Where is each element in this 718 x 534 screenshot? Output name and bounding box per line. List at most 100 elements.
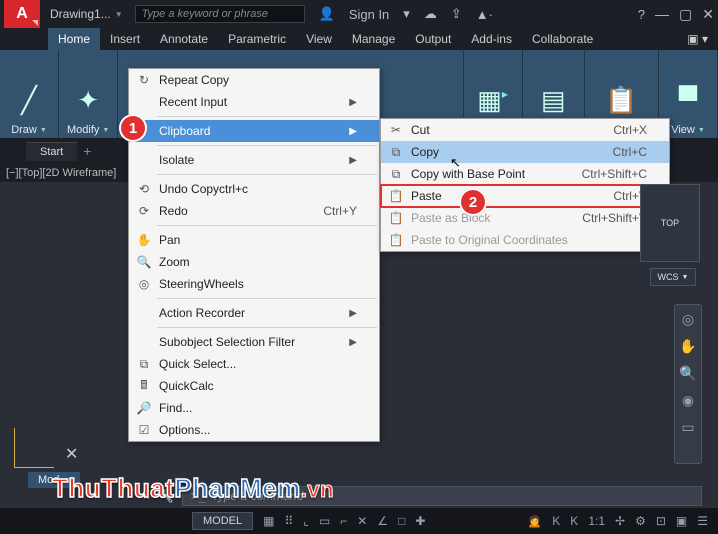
orbit-icon[interactable]: ◉ (682, 392, 694, 409)
utilities-icon: ▤ (532, 76, 574, 124)
menu-item[interactable]: Clipboard▶ (129, 120, 379, 142)
annoscale-icon[interactable]: ✢ (615, 514, 625, 528)
menu-item[interactable]: Action Recorder▶ (129, 302, 379, 324)
menu-item-shortcut: Ctrl+Y (323, 204, 357, 218)
menu-item[interactable]: ↻Repeat Copy (129, 69, 379, 91)
menu-item-label: Isolate (159, 153, 194, 167)
new-tab-button[interactable]: + (83, 143, 91, 159)
menu-item[interactable]: ✋ Pan (129, 229, 379, 251)
polar-icon[interactable]: ✕ (357, 514, 367, 528)
menu-item[interactable]: 🔍Zoom (129, 251, 379, 273)
pan-icon[interactable]: ✋ (679, 338, 696, 355)
status-k-icon[interactable]: K (552, 514, 560, 528)
navigation-bar[interactable]: ◎ ✋ 🔍 ◉ ▭ (674, 304, 702, 464)
snap-icon[interactable]: ⠿ (284, 514, 293, 528)
mouse-cursor-icon: ↖ (450, 155, 461, 171)
viewcube[interactable]: TOP (640, 184, 700, 262)
showmotion-icon[interactable]: ▭ (681, 419, 694, 436)
exchange-icon[interactable]: ☁ (424, 6, 437, 22)
tab-manage[interactable]: Manage (342, 28, 405, 50)
menu-item-label: Zoom (159, 255, 190, 269)
menu-item[interactable]: 📋PasteCtrl+V (381, 185, 669, 207)
menu-item-label: Copy (411, 145, 439, 159)
tab-home[interactable]: Home (48, 28, 100, 50)
menu-item-icon: 🔎 (135, 401, 153, 415)
maximize-button[interactable]: ▢ (679, 6, 692, 23)
menu-item-icon: ✂ (387, 123, 405, 137)
dynamic-icon[interactable]: ▭ (319, 514, 330, 528)
grid-icon[interactable]: ▦ (263, 514, 274, 528)
close-button[interactable]: ✕ (702, 6, 714, 23)
isoplane-icon[interactable]: ∠ (377, 514, 388, 528)
full-nav-icon[interactable]: ◎ (682, 311, 694, 328)
menu-item[interactable]: Isolate ▶ (129, 149, 379, 171)
ortho-icon[interactable]: ⌐ (340, 514, 347, 528)
tab-addins[interactable]: Add-ins (461, 28, 522, 50)
menu-item-label: SteeringWheels (159, 277, 244, 291)
panel-modify[interactable]: ✦ Modify▼ (59, 50, 118, 138)
annotation-callout-2: 2 (459, 188, 487, 216)
menu-item[interactable]: ⧉Copy with Base PointCtrl+Shift+C (381, 163, 669, 185)
tab-insert[interactable]: Insert (100, 28, 150, 50)
menu-item[interactable]: ⧉Quick Select... (129, 353, 379, 375)
menu-item[interactable]: ⟲Undo Copyctrl+c (129, 178, 379, 200)
help-icon[interactable]: ? (638, 7, 645, 22)
tab-annotate[interactable]: Annotate (150, 28, 218, 50)
signin-dropdown-icon[interactable]: ▾ (403, 6, 410, 22)
osnap-icon[interactable]: □ (398, 514, 405, 528)
tab-output[interactable]: Output (405, 28, 461, 50)
customize-icon[interactable]: ☰ (697, 514, 708, 528)
submenu-arrow-icon: ▶ (349, 126, 357, 137)
menu-item[interactable]: 🔎Find... (129, 397, 379, 419)
workspace-icon[interactable]: ⊡ (656, 514, 666, 528)
cancel-x-icon[interactable]: ✕ (65, 444, 78, 464)
otrack-icon[interactable]: ✚ (415, 514, 425, 528)
tab-parametric[interactable]: Parametric (218, 28, 296, 50)
file-tab-start[interactable]: Start (26, 142, 77, 161)
document-dropdown-icon[interactable]: ▼ (115, 10, 123, 19)
menu-item[interactable]: ☑Options... (129, 419, 379, 441)
menu-item-label: Quick Select... (159, 357, 236, 371)
infer-icon[interactable]: ⌞ (303, 514, 309, 528)
help-search-input[interactable]: Type a keyword or phrase (135, 5, 305, 23)
menu-item[interactable]: 🖩QuickCalc (129, 375, 379, 397)
ribbon-minimize-button[interactable]: ▣ ▾ (677, 28, 718, 50)
monitor-icon[interactable]: ▣ (676, 514, 687, 528)
annoscale-label[interactable]: 1:1 (588, 514, 605, 528)
tab-collaborate[interactable]: Collaborate (522, 28, 603, 50)
app-store-icon[interactable]: ▲· (476, 7, 493, 22)
signin-icon[interactable]: 👤 (319, 6, 335, 22)
menu-item-icon: ⟲ (135, 182, 153, 196)
share-icon[interactable]: ⇪ (451, 6, 462, 22)
app-logo[interactable]: A (4, 0, 40, 28)
menu-item[interactable]: Recent Input▶ (129, 91, 379, 113)
signin-label[interactable]: Sign In (349, 7, 389, 22)
menu-item-label: Copy with Base Point (411, 167, 525, 181)
document-title[interactable]: Drawing1... (50, 7, 111, 21)
panel-draw[interactable]: ╱ Draw▼ (0, 50, 59, 138)
title-bar: A Drawing1... ▼ Type a keyword or phrase… (0, 0, 718, 28)
gear-icon[interactable]: ⚙ (635, 514, 646, 528)
status-k2-icon[interactable]: K (570, 514, 578, 528)
menu-item[interactable]: ⟳RedoCtrl+Y (129, 200, 379, 222)
menu-item-icon: ↻ (135, 73, 153, 87)
menu-item[interactable]: ◎ SteeringWheels (129, 273, 379, 295)
status-person-icon[interactable]: 🙍 (527, 514, 542, 528)
submenu-arrow-icon: ▶ (349, 155, 357, 166)
modify-icon: ✦ (67, 76, 109, 124)
tab-view[interactable]: View (296, 28, 342, 50)
panel-view-label: View (671, 124, 695, 136)
menu-item-label: Pan (159, 233, 180, 247)
menu-item-shortcut: Ctrl+Shift+V (582, 211, 647, 225)
status-model-button[interactable]: MODEL (192, 512, 253, 530)
menu-item-label: Options... (159, 423, 210, 437)
menu-item[interactable]: ⧉CopyCtrl+C (381, 141, 669, 163)
menu-item[interactable]: ✂CutCtrl+X (381, 119, 669, 141)
minimize-button[interactable]: — (655, 6, 669, 22)
zoom-icon[interactable]: 🔍 (679, 365, 696, 382)
menu-item-icon: ✋ (135, 233, 153, 247)
menu-item[interactable]: Subobject Selection Filter▶ (129, 331, 379, 353)
context-menu: ↻Repeat CopyRecent Input▶ Clipboard▶ Isola… (128, 68, 380, 442)
wcs-badge[interactable]: WCS▼ (650, 268, 696, 286)
menu-item-icon: ◎ (135, 277, 153, 291)
